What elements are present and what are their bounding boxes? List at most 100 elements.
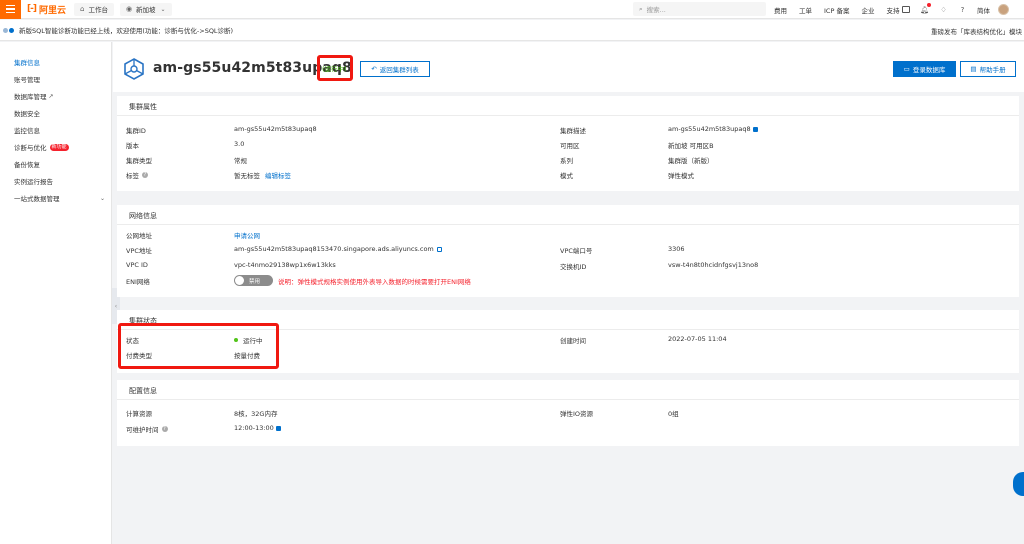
announcement-bar: 新版SQL智能诊断功能已经上线，欢迎使用(功能：诊断与优化->SQL诊断) 重磅…: [0, 20, 1024, 41]
sidebar-item-label: 实例运行报告: [14, 178, 53, 186]
vpc-id-label: VPC ID: [126, 261, 148, 269]
edit-icon[interactable]: [752, 126, 758, 132]
sidebar-item-report[interactable]: 实例运行报告: [14, 176, 53, 186]
region-icon: ◉: [125, 5, 133, 13]
eni-toggle[interactable]: 禁用: [234, 275, 273, 286]
top-link-ticket[interactable]: 工单: [799, 5, 812, 15]
login-button-label: 登录数据库: [912, 66, 946, 74]
monitor-icon: ▭: [903, 65, 910, 73]
description-value-row: am-gs55u42m5t83upaq8: [668, 125, 758, 133]
sidebar-item-label: 备份恢复: [14, 161, 40, 169]
avatar[interactable]: [998, 4, 1009, 15]
book-icon: ▤: [970, 65, 977, 73]
maintenance-label-row: 可维护时间?: [126, 424, 168, 434]
login-database-button[interactable]: ▭ 登录数据库: [893, 61, 956, 77]
lightbulb-icon[interactable]: ♢: [939, 5, 948, 14]
vpc-port-value: 3306: [668, 245, 685, 253]
top-link-billing[interactable]: 费用: [774, 5, 787, 15]
sidebar-item-database-management[interactable]: 数据库管理 ↗: [14, 91, 54, 102]
series-label: 系列: [560, 157, 573, 165]
help-button-label: 帮助手册: [979, 66, 1006, 74]
top-link-enterprise[interactable]: 企业: [861, 5, 874, 15]
mode-label: 模式: [560, 172, 573, 180]
zone-value: 新加坡 可用区B: [668, 142, 714, 150]
copy-icon[interactable]: [436, 246, 442, 252]
help-icon[interactable]: ?: [161, 426, 168, 432]
maintenance-value-row: 12:00-13:00: [234, 424, 281, 432]
help-icon[interactable]: ?: [142, 172, 148, 178]
terminal-icon[interactable]: [902, 6, 910, 13]
compute-value: 8核，32G内存: [234, 410, 278, 418]
top-link-support[interactable]: 支持: [886, 5, 899, 15]
divider: [117, 224, 1019, 225]
sidebar-item-accounts[interactable]: 账号管理: [14, 74, 40, 84]
search-input[interactable]: ⌕ 搜索...: [633, 2, 766, 16]
network-info-panel: 网络信息 公网地址 申请公网 VPC地址 am-gs55u42m5t83upaq…: [117, 205, 1019, 297]
workbench-label: 工作台: [88, 6, 108, 14]
language-switch[interactable]: 简体: [977, 5, 990, 15]
elastic-io-value: 0组: [668, 410, 679, 418]
cluster-properties-panel: 集群属性 集群ID am-gs55u42m5t83upaq8 版本 3.0 集群…: [117, 96, 1019, 191]
sidebar-item-monitoring[interactable]: 监控信息: [14, 125, 40, 135]
eni-label: ENI网络: [126, 278, 150, 286]
logo-mark: [-]: [27, 4, 37, 14]
section-title: 集群属性: [129, 103, 157, 111]
announcement-text[interactable]: 新版SQL智能诊断功能已经上线，欢迎使用(功能：诊断与优化->SQL诊断): [19, 25, 233, 35]
tags-label-row: 标签?: [126, 170, 148, 180]
compute-label: 计算资源: [126, 410, 152, 418]
sidebar-item-diagnosis[interactable]: 诊断与优化 新功能: [14, 142, 69, 152]
mode-value: 弹性模式: [668, 172, 694, 180]
cluster-header: am-gs55u42m5t83upaq8 (运行中) ↶ 返回集群列表 ▭ 登录…: [113, 42, 1024, 92]
sidebar-item-dms[interactable]: 一站式数据管理 ⌄: [14, 193, 105, 204]
region-selector[interactable]: ◉ 新加坡 ⌄: [119, 2, 172, 16]
chevron-down-icon: ⌄: [100, 194, 106, 202]
search-icon: ⌕: [639, 4, 643, 13]
sidebar-item-data-security[interactable]: 数据安全: [14, 108, 40, 118]
vpc-address-label: VPC地址: [126, 247, 152, 255]
cluster-id-value: am-gs55u42m5t83upaq8: [234, 125, 317, 133]
help-manual-button[interactable]: ▤ 帮助手册: [960, 61, 1016, 77]
back-to-cluster-list-button[interactable]: ↶ 返回集群列表: [360, 61, 430, 77]
version-value: 3.0: [234, 140, 245, 148]
vswitch-value: vsw-t4n8t0hcidnfgsvj13no8: [668, 261, 759, 269]
menu-icon[interactable]: [0, 0, 21, 19]
sidebar-item-label: 账号管理: [14, 76, 40, 84]
zone-label: 可用区: [560, 142, 580, 150]
section-title: 网络信息: [129, 212, 157, 220]
toggle-knob: [235, 276, 244, 285]
back-button-label: 返回集群列表: [379, 66, 419, 74]
cluster-type-label: 集群类型: [126, 157, 152, 165]
workbench-button[interactable]: ⌂ 工作台: [73, 2, 114, 16]
sidebar-item-label: 数据安全: [14, 110, 40, 118]
apply-public-address-link[interactable]: 申请公网: [234, 230, 260, 240]
top-link-icp[interactable]: ICP 备案: [824, 5, 849, 15]
help-icon[interactable]: ?: [958, 5, 967, 14]
edit-tags-link[interactable]: 编辑标签: [265, 170, 291, 180]
bell-icon[interactable]: 🔔︎: [920, 3, 931, 14]
cluster-id-label: 集群ID: [126, 127, 146, 135]
sidebar: 集群信息 账号管理 数据库管理 ↗ 数据安全 监控信息 诊断与优化 新功能 备份恢复…: [0, 42, 112, 544]
edit-icon[interactable]: [275, 425, 281, 431]
announcement-right-text[interactable]: 重磅发布「库表结构优化」模块: [931, 20, 1024, 41]
sidebar-item-label: 数据库管理: [14, 93, 47, 101]
description-value: am-gs55u42m5t83upaq8: [668, 125, 751, 133]
search-placeholder: 搜索...: [646, 6, 666, 14]
maintenance-label: 可维护时间: [126, 426, 159, 434]
floating-help-button[interactable]: [1013, 472, 1024, 496]
tags-value-row: 暂无标签 编辑标签: [234, 170, 291, 180]
eni-note: 说明：弹性模式规格实例使用外表导入数据的时候需要打开ENI网络: [278, 277, 471, 286]
sidebar-item-cluster-info[interactable]: 集群信息: [14, 57, 40, 67]
sidebar-item-backup[interactable]: 备份恢复: [14, 159, 40, 169]
elastic-io-label: 弹性IO资源: [560, 410, 594, 418]
logo-text: 阿里云: [38, 5, 66, 16]
region-label: 新加坡: [136, 6, 156, 14]
sidebar-item-label: 诊断与优化: [14, 144, 47, 152]
cluster-icon: [124, 58, 144, 80]
aliyun-logo[interactable]: [-] 阿里云: [27, 3, 66, 16]
cluster-type-value: 常规: [234, 157, 247, 165]
top-links: 费用 工单 ICP 备案 企业 支持: [774, 0, 911, 19]
created-value: 2022-07-05 11:04: [668, 335, 727, 343]
section-title: 配置信息: [129, 387, 157, 395]
sidebar-item-label: 一站式数据管理: [14, 195, 60, 203]
sidebar-item-label: 监控信息: [14, 127, 40, 135]
